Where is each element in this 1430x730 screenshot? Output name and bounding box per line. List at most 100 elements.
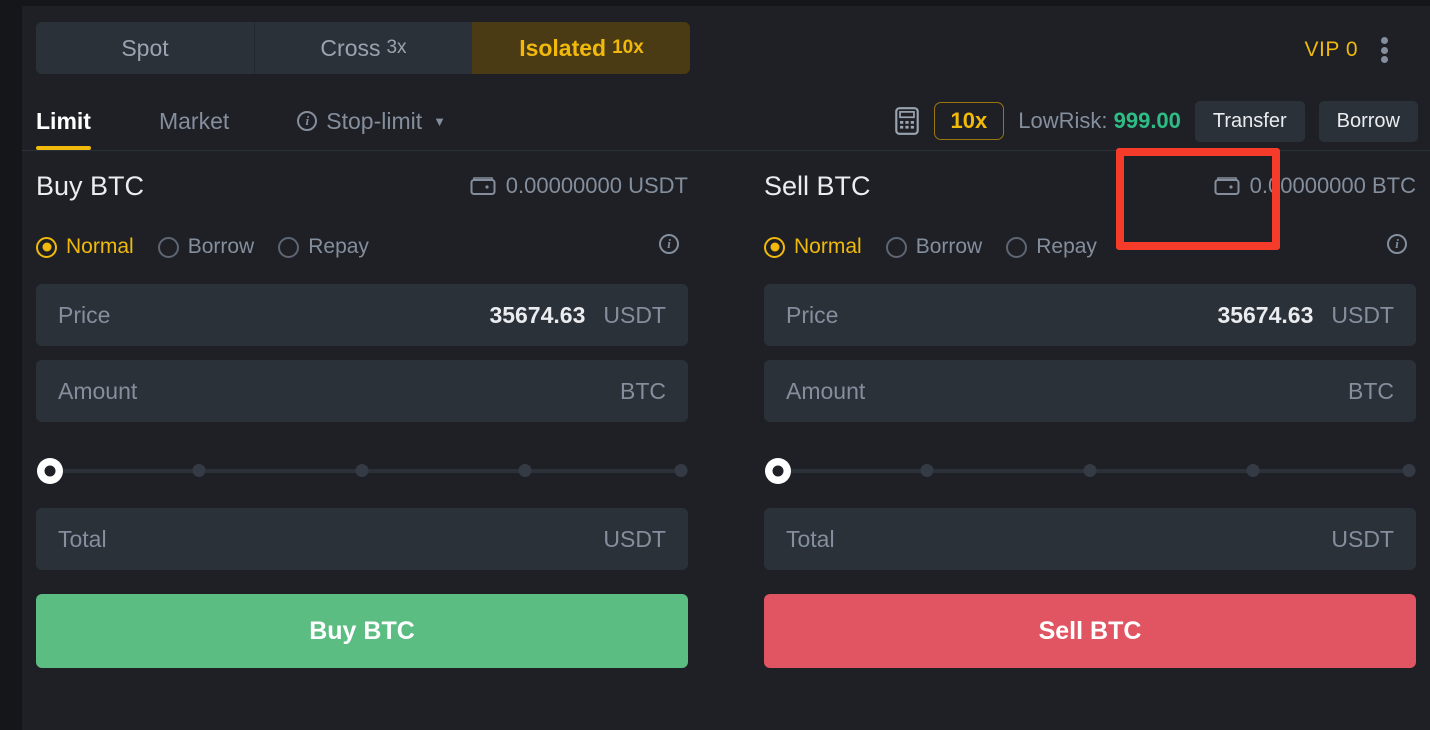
buy-panel: Buy BTC 0.00000000 USDT Normal Borrow Re… [36,166,688,668]
tab-limit-label: Limit [36,107,91,134]
margin-mode-leverage: 3x [386,37,407,58]
sell-balance-value: 0.00000000 BTC [1249,173,1416,198]
buy-radio-repay-label: Repay [308,235,369,258]
sell-info-icon[interactable]: i [1387,234,1407,254]
wallet-icon [470,177,496,195]
sell-radio-borrow[interactable]: Borrow [885,235,983,259]
tab-market-label: Market [158,107,230,134]
slider-notch-100[interactable] [1402,464,1416,477]
buy-radio-repay[interactable]: Repay [278,235,369,259]
radio-dot [36,236,57,258]
borrow-button[interactable]: Borrow [1318,100,1418,142]
divider [22,150,1430,151]
tab-stop-limit[interactable]: i Stop-limit ▼ [297,92,446,150]
buy-amount-field[interactable]: Amount BTC [36,360,688,422]
kebab-dot [1380,37,1388,44]
risk-label: LowRisk: [1018,108,1108,133]
sell-radio-normal-label: Normal [794,235,862,258]
buy-total-label: Total [58,525,107,552]
sell-percent-slider[interactable] [764,448,1416,494]
sell-radio-normal[interactable]: Normal [764,235,862,259]
buy-submit-button[interactable]: Buy BTC [36,594,688,668]
slider-notch-50[interactable] [355,464,369,477]
margin-mode-leverage: 10x [612,37,644,58]
radio-dot [278,236,300,258]
sell-price-field[interactable]: Price 35674.63 USDT [764,284,1416,346]
sell-mode-radios: Normal Borrow Repay i [764,224,1416,270]
buy-radio-normal[interactable]: Normal [36,235,134,259]
risk-indicator: LowRisk: 999.00 [1018,108,1181,134]
vip-level-badge[interactable]: VIP 0 [1305,38,1358,62]
buy-info-icon[interactable]: i [659,234,679,254]
slider-notch-25[interactable] [192,464,206,477]
margin-controls: 10x LowRisk: 999.00 Transfer Borrow [894,92,1418,150]
buy-price-value: 35674.63 [489,301,586,328]
risk-value: 999.00 [1113,108,1181,133]
buy-radio-borrow-label: Borrow [187,235,255,258]
buy-price-unit: USDT [603,301,666,328]
margin-mode-tab-spot[interactable]: Spot [36,22,254,74]
radio-dot [1006,236,1028,258]
sell-total-field[interactable]: Total USDT [764,508,1416,570]
buy-price-field[interactable]: Price 35674.63 USDT [36,284,688,346]
buy-total-field[interactable]: Total USDT [36,508,688,570]
order-type-row: Limit Market i Stop-limit ▼ 10x LowRisk:… [22,92,1430,250]
leverage-badge[interactable]: 10x [933,101,1005,141]
order-form-body: Spot Cross 3x Isolated 10x VIP 0 Limit M… [22,6,1430,730]
slider-handle[interactable] [37,458,63,484]
sell-amount-label: Amount [786,377,866,404]
sell-total-label: Total [786,525,835,552]
buy-radio-normal-label: Normal [66,235,134,258]
sell-amount-unit: BTC [1348,377,1394,404]
sell-radio-borrow-label: Borrow [915,235,983,258]
margin-mode-tab-isolated[interactable]: Isolated 10x [472,22,690,74]
sell-price-value: 35674.63 [1217,301,1314,328]
margin-mode-tab-cross[interactable]: Cross 3x [254,22,472,74]
trading-order-form: Spot Cross 3x Isolated 10x VIP 0 Limit M… [0,0,1430,730]
buy-available-balance: 0.00000000 USDT [470,166,688,206]
buy-balance-value: 0.00000000 USDT [505,173,688,198]
tab-limit[interactable]: Limit [36,92,91,150]
info-icon: i [297,111,318,131]
radio-dot [885,236,907,258]
sell-panel: Sell BTC 0.00000000 BTC Normal Borrow Re… [764,166,1416,668]
slider-notch-50[interactable] [1083,464,1097,477]
buy-radio-borrow[interactable]: Borrow [157,235,255,259]
sell-submit-button[interactable]: Sell BTC [764,594,1416,668]
calculator-icon[interactable] [894,106,920,136]
slider-notch-75[interactable] [1246,464,1260,477]
buy-mode-radios: Normal Borrow Repay i [36,224,688,270]
chevron-down-icon[interactable]: ▼ [433,114,446,129]
transfer-button[interactable]: Transfer [1194,100,1305,142]
radio-dot [157,236,179,258]
margin-mode-tabs: Spot Cross 3x Isolated 10x [36,22,690,74]
slider-notch-75[interactable] [518,464,532,477]
sell-radio-repay-label: Repay [1036,235,1097,258]
radio-dot [764,236,785,258]
tab-market[interactable]: Market [159,92,229,150]
buy-panel-header: Buy BTC 0.00000000 USDT [36,166,688,214]
buy-amount-label: Amount [58,377,138,404]
margin-mode-label: Isolated [519,34,607,61]
buy-price-label: Price [58,301,111,328]
kebab-menu-icon[interactable] [1373,34,1395,66]
sell-amount-field[interactable]: Amount BTC [764,360,1416,422]
tab-stop-limit-label: Stop-limit [326,107,423,134]
kebab-dot [1380,46,1388,54]
slider-notch-25[interactable] [920,464,934,477]
margin-mode-label: Spot [121,34,169,61]
buy-amount-unit: BTC [620,377,666,404]
sell-price-label: Price [786,301,839,328]
sell-price-unit: USDT [1331,301,1394,328]
wallet-icon [1214,177,1240,195]
buy-total-unit: USDT [603,525,666,552]
sell-radio-repay[interactable]: Repay [1006,235,1097,259]
margin-mode-label: Cross [320,34,381,61]
slider-notch-100[interactable] [674,464,688,477]
slider-handle[interactable] [765,458,791,484]
sell-panel-header: Sell BTC 0.00000000 BTC [764,166,1416,214]
order-type-tabs: Limit Market i Stop-limit ▼ [36,92,446,150]
sell-available-balance: 0.00000000 BTC [1214,166,1416,206]
buy-percent-slider[interactable] [36,448,688,494]
sell-total-unit: USDT [1331,525,1394,552]
